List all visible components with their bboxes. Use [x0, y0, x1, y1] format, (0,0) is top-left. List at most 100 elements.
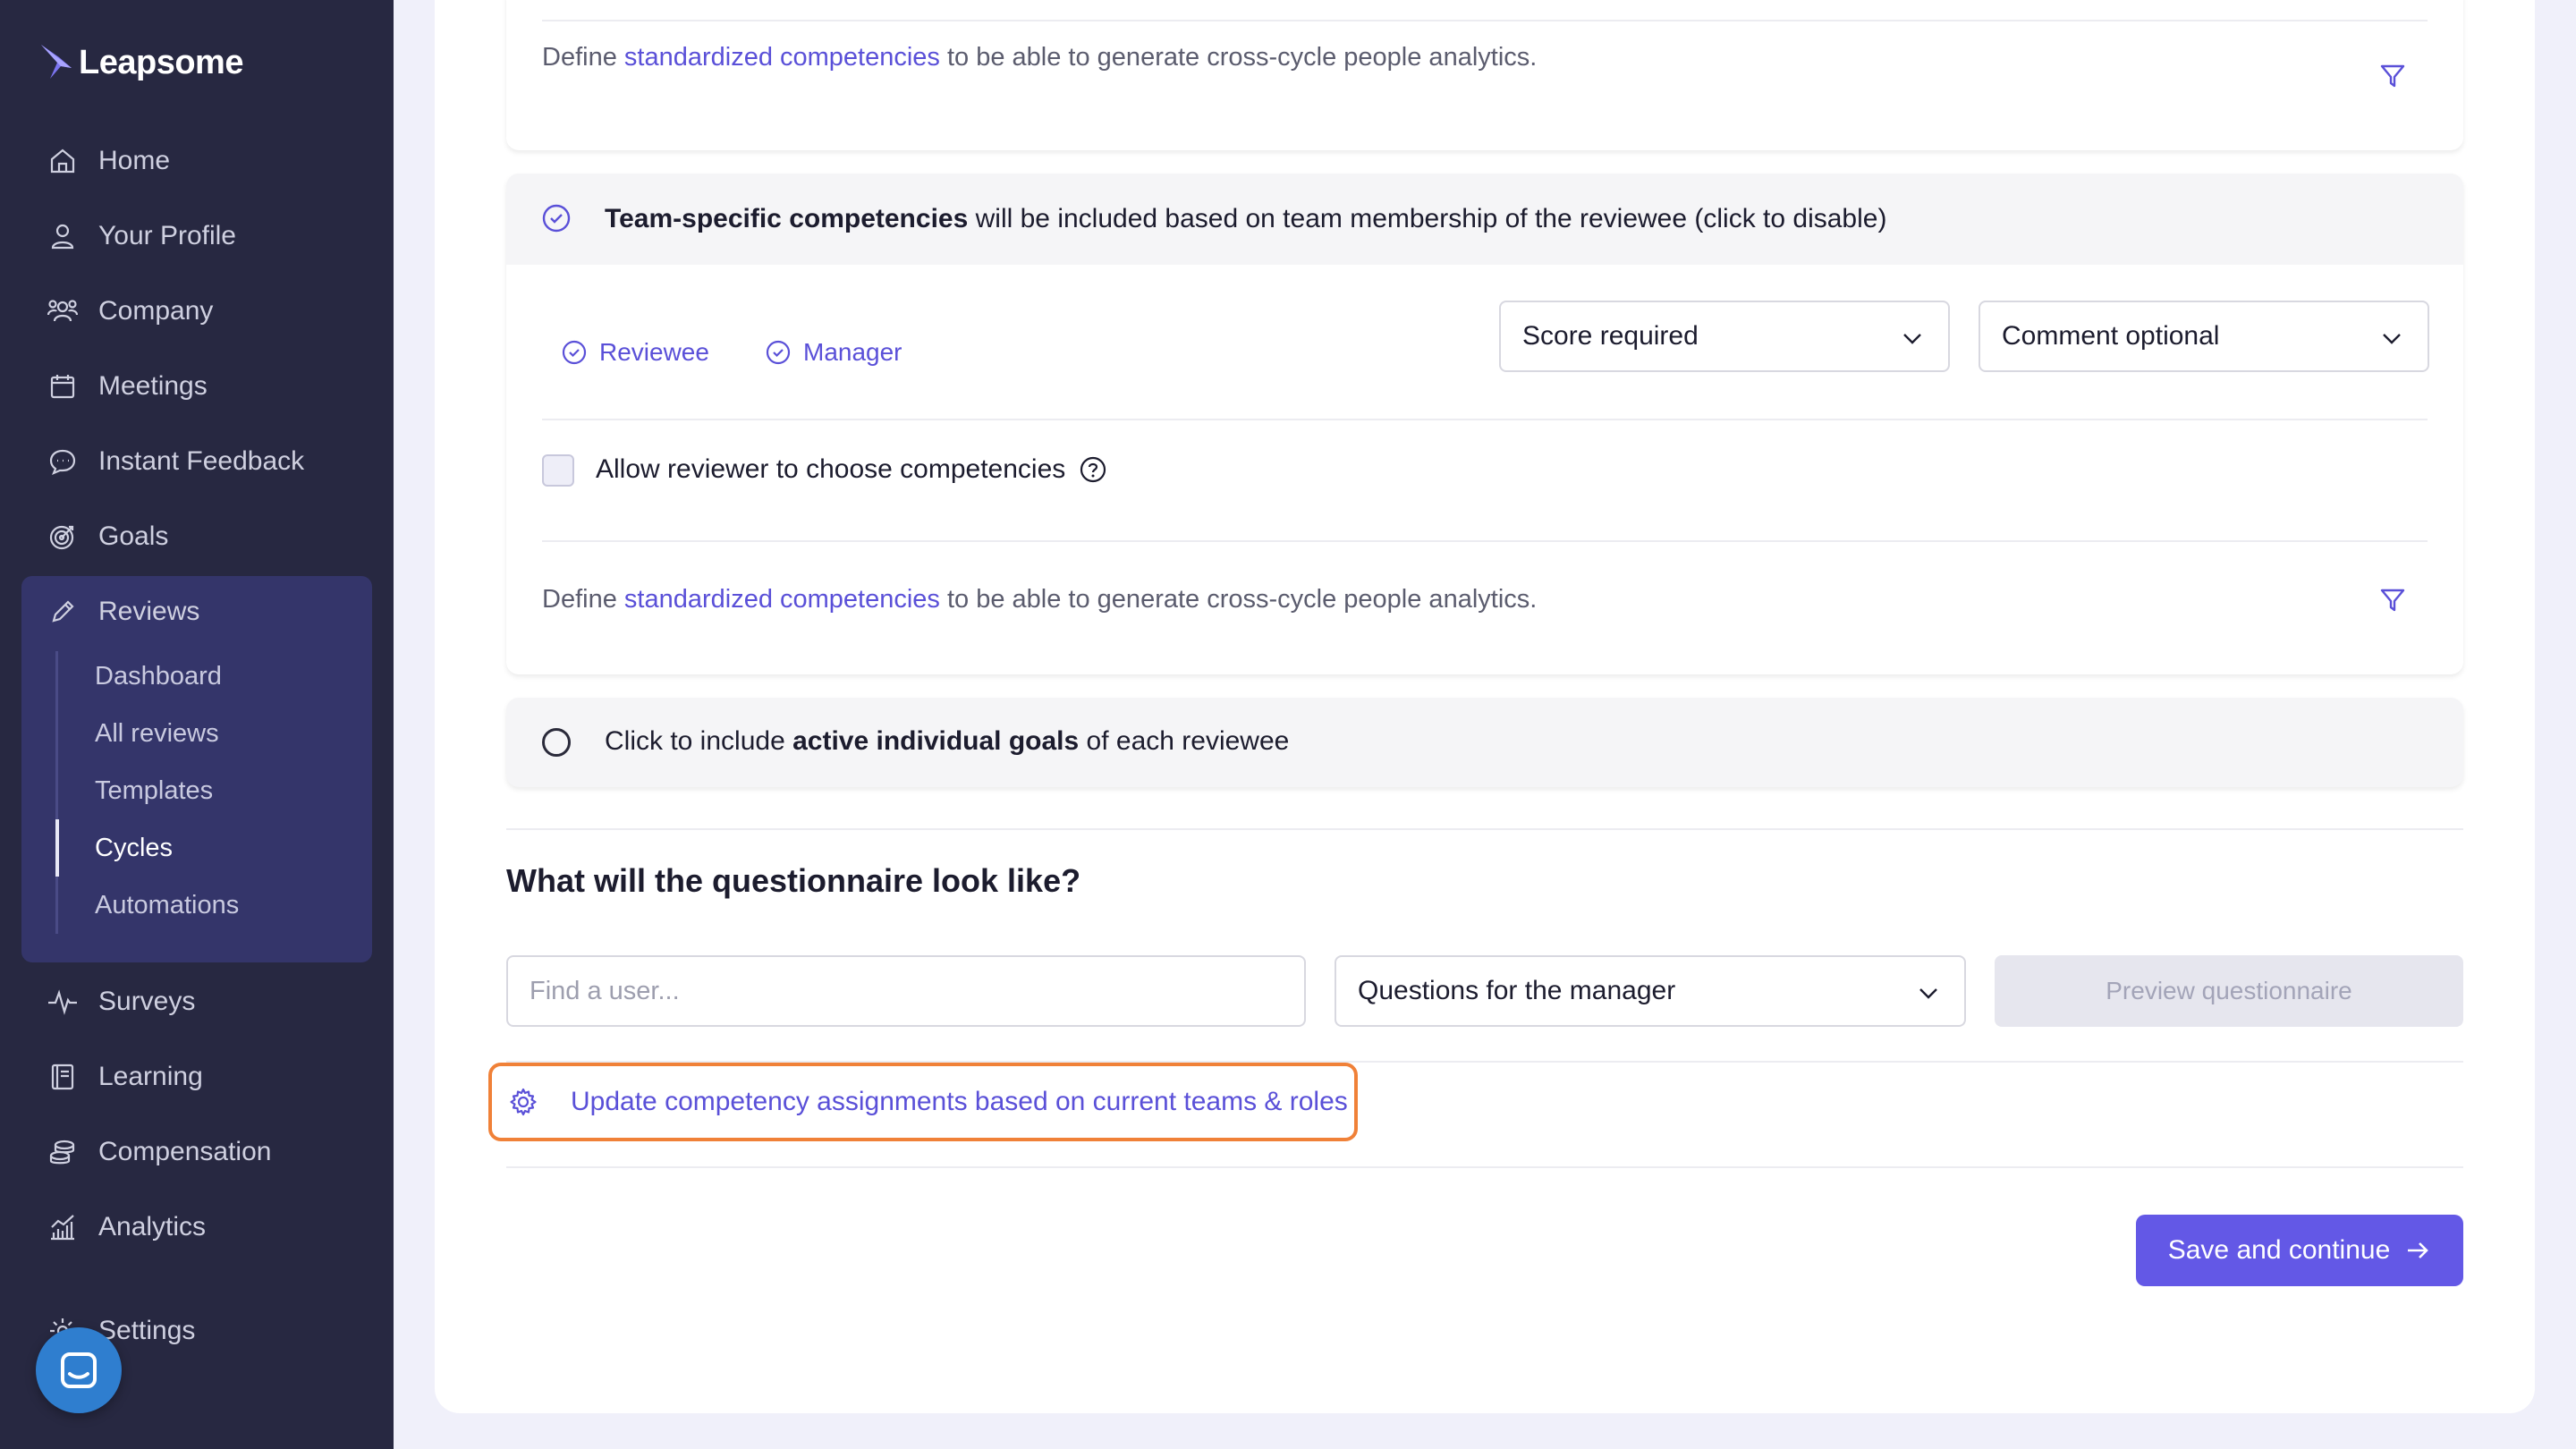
hint-prefix: Define — [542, 585, 624, 614]
sidebar-item-home[interactable]: Home — [45, 134, 170, 188]
arrow-right-icon — [2408, 1242, 2429, 1258]
goals-prefix: Click to include — [605, 726, 793, 756]
subnav-item-dashboard[interactable]: Dashboard — [95, 651, 222, 701]
divider — [542, 540, 2428, 542]
goals-bold: active individual goals — [792, 726, 1080, 756]
questions-for-select[interactable]: Questions for the manager — [1335, 955, 1966, 1027]
role-label: Manager — [803, 338, 902, 366]
global-competencies-panel: Define standardized competencies to be a… — [506, 0, 2463, 150]
individual-goals-toggle[interactable]: Click to include active individual goals… — [506, 698, 2463, 787]
submenu-guide-line — [55, 651, 58, 934]
people-icon — [45, 293, 80, 329]
support-chat-button[interactable] — [36, 1327, 122, 1413]
sidebar-item-analytics[interactable]: Analytics — [45, 1200, 206, 1254]
team-competencies-panel: Team-specific competencies will be inclu… — [506, 174, 2463, 674]
role-reviewee[interactable]: Reviewee — [562, 338, 709, 367]
sidebar-item-goals[interactable]: Goals — [45, 510, 168, 564]
update-link-label: Update competency assignments based on c… — [571, 1087, 1348, 1116]
save-label: Save and continue — [2167, 1235, 2391, 1265]
divider — [506, 828, 2463, 830]
sidebar-item-label: Meetings — [98, 371, 208, 401]
allow-choose-competencies-label: Allow reviewer to choose competencies — [596, 454, 1106, 485]
pencil-icon — [45, 594, 80, 630]
submenu-active-indicator — [55, 819, 59, 877]
save-and-continue-button[interactable]: Save and continue — [2136, 1215, 2463, 1286]
analytics-hint-text: Define standardized competencies to be a… — [542, 43, 1537, 72]
select-value: Questions for the manager — [1358, 976, 1676, 1005]
score-requirement-select[interactable]: Score required — [1499, 301, 1950, 372]
sidebar-item-reviews[interactable]: Reviews — [45, 585, 199, 639]
update-competency-assignments-link[interactable]: Update competency assignments based on c… — [488, 1063, 1358, 1141]
sidebar-item-company[interactable]: Company — [45, 284, 213, 338]
individual-goals-text: Click to include active individual goals… — [605, 726, 1289, 757]
hint-suffix: to be able to generate cross-cycle peopl… — [939, 43, 1538, 72]
divider — [506, 1166, 2463, 1168]
chart-icon — [45, 1209, 80, 1245]
logo-text: Leapsome — [79, 43, 243, 81]
sidebar-item-instant-feedback[interactable]: Instant Feedback — [45, 435, 304, 488]
include-goals-radio[interactable] — [542, 728, 571, 757]
team-competencies-bold: Team-specific competencies — [605, 204, 969, 233]
role-manager[interactable]: Manager — [766, 338, 902, 367]
select-value: Score required — [1522, 321, 1699, 351]
subnav-label: Dashboard — [95, 661, 222, 691]
subnav-item-all-reviews[interactable]: All reviews — [95, 708, 219, 758]
filter-icon[interactable] — [2379, 587, 2406, 614]
sidebar-item-label: Company — [98, 296, 214, 326]
sidebar-item-your-profile[interactable]: Your Profile — [45, 209, 236, 263]
team-competencies-rest: will be included based on team membershi… — [968, 204, 1887, 233]
team-competencies-title: Team-specific competencies will be inclu… — [605, 204, 1886, 234]
allow-label-text: Allow reviewer to choose competencies — [596, 454, 1066, 484]
standardized-competencies-link[interactable]: standardized competencies — [624, 585, 940, 614]
role-label: Reviewee — [599, 338, 709, 366]
chevron-down-icon — [1919, 988, 1937, 999]
pulse-icon — [45, 984, 80, 1020]
sidebar-item-label: Settings — [98, 1316, 196, 1345]
subnav-label: Automations — [95, 890, 240, 919]
subnav-item-automations[interactable]: Automations — [95, 880, 239, 930]
team-competencies-toggle[interactable]: Team-specific competencies will be inclu… — [506, 174, 2463, 265]
gear-icon — [510, 1088, 537, 1116]
filter-icon[interactable] — [2379, 63, 2406, 89]
divider — [542, 419, 2428, 420]
sidebar-item-meetings[interactable]: Meetings — [45, 360, 208, 413]
analytics-hint-text: Define standardized competencies to be a… — [542, 585, 1537, 614]
check-circle-icon — [766, 340, 791, 365]
check-circle-icon — [562, 340, 587, 365]
standardized-competencies-link[interactable]: standardized competencies — [624, 43, 940, 72]
goals-suffix: of each reviewee — [1079, 726, 1290, 756]
select-value: Comment optional — [2002, 321, 2220, 351]
questionnaire-heading: What will the questionnaire look like? — [506, 862, 1081, 899]
book-icon — [45, 1059, 80, 1095]
sidebar-item-label: Goals — [98, 521, 169, 551]
subnav-label: Templates — [95, 775, 214, 805]
subnav-item-cycles[interactable]: Cycles — [95, 823, 173, 873]
sidebar: Leapsome Home Your Profile Company Meeti… — [0, 0, 394, 1449]
sidebar-item-label: Surveys — [98, 987, 196, 1016]
comment-requirement-select[interactable]: Comment optional — [1979, 301, 2429, 372]
sidebar-item-compensation[interactable]: Compensation — [45, 1125, 271, 1179]
target-icon — [45, 519, 80, 555]
subnav-label: All reviews — [95, 718, 219, 748]
allow-choose-competencies-checkbox[interactable] — [542, 454, 574, 487]
coins-icon — [45, 1134, 80, 1170]
find-user-input[interactable] — [506, 955, 1306, 1027]
check-circle-icon — [542, 204, 571, 233]
hint-suffix: to be able to generate cross-cycle peopl… — [939, 585, 1538, 614]
home-icon — [45, 143, 80, 179]
hint-prefix: Define — [542, 43, 624, 72]
sidebar-item-label: Compensation — [98, 1137, 272, 1166]
sidebar-item-surveys[interactable]: Surveys — [45, 975, 195, 1029]
user-icon — [45, 218, 80, 254]
sidebar-item-learning[interactable]: Learning — [45, 1050, 203, 1104]
subnav-item-templates[interactable]: Templates — [95, 766, 213, 816]
preview-questionnaire-button[interactable]: Preview questionnaire — [1995, 955, 2463, 1027]
sidebar-item-label: Analytics — [98, 1212, 207, 1241]
chat-bubble-icon — [45, 444, 80, 479]
sidebar-item-label: Your Profile — [98, 221, 236, 250]
sidebar-item-label: Instant Feedback — [98, 446, 305, 476]
chat-icon — [61, 1352, 97, 1388]
leapsome-logo[interactable]: Leapsome — [39, 43, 243, 82]
sidebar-item-label: Learning — [98, 1062, 203, 1091]
help-icon[interactable] — [1080, 456, 1106, 483]
